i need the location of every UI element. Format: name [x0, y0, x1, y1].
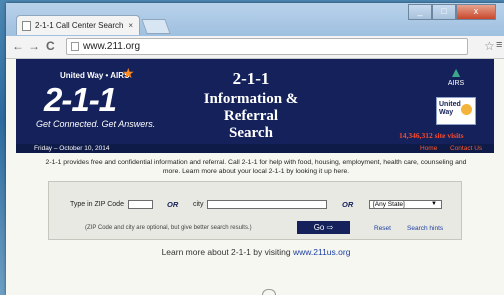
search-note: (ZIP Code and city are optional, but giv…	[85, 225, 252, 231]
learn-more-link[interactable]: www.211us.org	[293, 247, 350, 257]
airs-logo-icon: ▲	[449, 64, 463, 80]
page-icon	[71, 42, 79, 51]
back-arrow-icon[interactable]: ←	[12, 39, 24, 53]
page-favicon-icon	[22, 21, 31, 31]
logo-211[interactable]: 2-1-1	[44, 81, 117, 119]
current-date: Friday – October 10, 2014	[34, 145, 110, 152]
zip-label: Type in ZIP Code	[70, 201, 124, 208]
tab-title: 2-1-1 Call Center Search	[35, 21, 124, 30]
learn-more: Learn more about 2-1-1 by visiting www.2…	[111, 247, 401, 257]
browser-window: 2-1-1 Call Center Search × _ □ x ← → C w…	[6, 3, 504, 295]
address-bar-url: www.211.org	[83, 41, 141, 52]
logo-top-text: United Way • AIRS	[60, 71, 130, 80]
learn-more-text: Learn more about 2-1-1 by visiting	[161, 247, 293, 257]
united-way-logo: United Way	[436, 97, 476, 125]
browser-tab[interactable]: 2-1-1 Call Center Search ×	[16, 15, 140, 35]
maximize-button[interactable]: □	[432, 4, 456, 20]
airs-label: AIRS	[447, 80, 465, 87]
go-button[interactable]: Go ⇨	[297, 221, 350, 234]
home-link[interactable]: Home	[420, 144, 437, 153]
or-separator-1: OR	[167, 200, 179, 209]
logo-star-icon: ★	[122, 65, 135, 81]
state-select[interactable]: [Any State] ▼	[369, 200, 442, 209]
site-visits-counter: 14,346,312 site visits	[399, 131, 464, 140]
united-way-sun-icon	[461, 104, 472, 115]
address-bar[interactable]: www.211.org	[66, 38, 468, 55]
date-bar: Friday – October 10, 2014 Home Contact U…	[16, 144, 494, 153]
minimize-button[interactable]: _	[408, 4, 432, 20]
title-line-1: 2-1-1	[232, 69, 270, 88]
intro-text: 2-1-1 provides free and confidential inf…	[45, 159, 467, 175]
window-close-button[interactable]: x	[456, 4, 496, 20]
title-line-3: Search	[229, 125, 273, 141]
reset-link[interactable]: Reset	[374, 225, 391, 232]
browser-titlebar: 2-1-1 Call Center Search × _ □ x	[6, 3, 504, 36]
search-panel	[48, 181, 462, 240]
bookmark-star-icon[interactable]: ☆	[484, 39, 495, 53]
logo-tagline: Get Connected. Get Answers.	[36, 119, 156, 129]
search-hints-link[interactable]: Search hints	[407, 225, 443, 232]
zip-code-input[interactable]	[128, 200, 153, 209]
or-separator-2: OR	[342, 200, 354, 209]
contact-link[interactable]: Contact Us	[450, 144, 482, 153]
reload-icon[interactable]: C	[46, 39, 55, 53]
footer-arc-icon	[262, 289, 276, 295]
site-banner: United Way • AIRS ★ 2-1-1 Get Connected.…	[16, 59, 494, 144]
city-input[interactable]	[207, 200, 327, 209]
page-content: United Way • AIRS ★ 2-1-1 Get Connected.…	[6, 59, 504, 295]
state-selected-value: [Any State]	[373, 201, 405, 208]
page-title: 2-1-1 Information & Referral Search	[176, 69, 326, 142]
browser-menu-icon[interactable]: ≡	[496, 39, 502, 51]
window-controls: _ □ x	[408, 4, 496, 20]
new-tab-button[interactable]	[141, 19, 171, 34]
tab-close-icon[interactable]: ×	[128, 16, 133, 36]
forward-arrow-icon[interactable]: →	[28, 39, 40, 53]
city-label: city	[193, 201, 204, 208]
browser-toolbar: ← → C www.211.org ☆ ≡	[6, 36, 504, 59]
chevron-down-icon: ▼	[431, 201, 437, 207]
title-line-2: Information & Referral	[203, 91, 299, 124]
airs-logo: ▲ AIRS	[442, 64, 470, 87]
